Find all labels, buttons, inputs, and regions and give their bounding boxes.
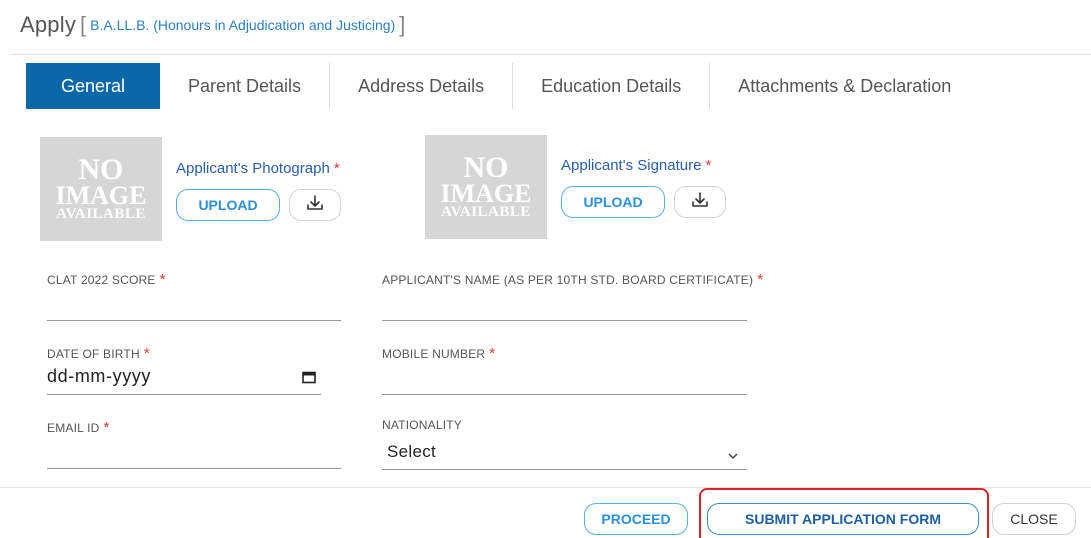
email-id-label: EMAIL ID *	[47, 419, 110, 436]
mobile-number-label: MOBILE NUMBER *	[382, 345, 496, 362]
nationality-underline	[382, 469, 747, 470]
email-id-input[interactable]	[47, 468, 341, 469]
nationality-select[interactable]: Select	[387, 442, 436, 462]
date-of-birth-underline	[47, 394, 321, 395]
date-of-birth-input[interactable]: dd-mm-yyyy	[47, 366, 151, 387]
clat-score-input[interactable]	[47, 320, 341, 321]
calendar-icon[interactable]	[301, 369, 317, 390]
tab-general[interactable]: General	[26, 63, 160, 109]
applicant-name-input[interactable]	[382, 320, 747, 321]
tab-attachments-declaration[interactable]: Attachments & Declaration	[710, 63, 979, 109]
tab-parent-details[interactable]: Parent Details	[160, 63, 331, 109]
proceed-button[interactable]: PROCEED	[584, 503, 688, 535]
bracket-close: ]	[399, 12, 406, 37]
apply-title: Apply	[20, 12, 77, 37]
download-icon	[305, 193, 325, 218]
clat-score-label: CLAT 2022 SCORE *	[47, 271, 166, 288]
signature-placeholder: NO IMAGE AVAILABLE	[425, 135, 547, 239]
bracket-open: [	[80, 12, 87, 37]
tab-education-details[interactable]: Education Details	[513, 63, 711, 109]
page-title: Apply [ B.A.LL.B. (Honours in Adjudicati…	[20, 10, 409, 40]
close-button[interactable]: CLOSE	[992, 503, 1076, 535]
chevron-down-icon[interactable]	[727, 448, 739, 466]
download-icon	[690, 190, 710, 215]
signature-label: Applicant's Signature *	[561, 157, 712, 174]
title-divider	[10, 54, 1091, 55]
upload-photograph-button[interactable]: UPLOAD	[176, 189, 280, 221]
photograph-placeholder: NO IMAGE AVAILABLE	[40, 137, 162, 241]
applicant-name-label: APPLICANT'S NAME (AS PER 10TH STD. BOARD…	[382, 271, 764, 288]
required-mark: *	[333, 160, 340, 177]
upload-signature-button[interactable]: UPLOAD	[561, 186, 665, 218]
mobile-number-input[interactable]	[382, 394, 747, 395]
download-photograph-button[interactable]	[289, 189, 341, 221]
photograph-label: Applicant's Photograph *	[176, 160, 340, 177]
required-mark: *	[705, 157, 712, 174]
tab-address-details[interactable]: Address Details	[330, 63, 514, 109]
course-name: B.A.LL.B. (Honours in Adjudication and J…	[90, 17, 396, 33]
tab-bar: General Parent Details Address Details E…	[26, 63, 979, 109]
date-of-birth-label: DATE OF BIRTH *	[47, 345, 150, 362]
download-signature-button[interactable]	[674, 186, 726, 218]
nationality-label: NATIONALITY	[382, 418, 462, 432]
submit-highlight-box	[699, 488, 989, 538]
